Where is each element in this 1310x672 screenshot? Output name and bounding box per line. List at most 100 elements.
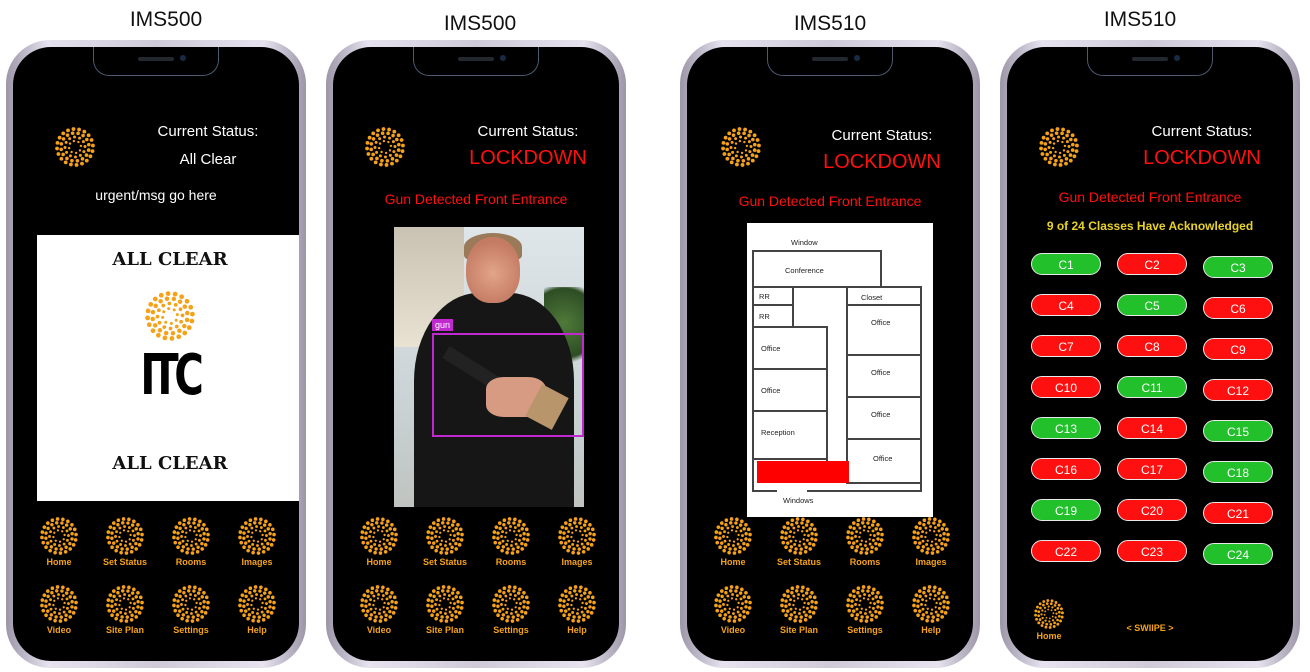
nav-help-button[interactable]: Help [225, 585, 289, 635]
nav-settings-button[interactable]: Settings [833, 585, 897, 635]
nav-label: Images [915, 557, 947, 567]
nav-label: Set Status [422, 557, 467, 567]
nav-label: Site Plan [425, 625, 464, 635]
fp-room-label: Office [871, 368, 890, 377]
nav-images-button[interactable]: Images [225, 517, 289, 567]
sunburst-icon [780, 585, 818, 623]
nav-label: Help [921, 625, 941, 635]
sunburst-icon [106, 585, 144, 623]
fp-room-label: Office [871, 318, 890, 327]
sunburst-icon [912, 517, 950, 555]
nav-rooms-button[interactable]: Rooms [833, 517, 897, 567]
nav-images-button[interactable]: Images [545, 517, 609, 567]
nav-help-button[interactable]: Help [545, 585, 609, 635]
class-button-c24[interactable]: C24 [1203, 543, 1273, 565]
class-button-c8[interactable]: C8 [1117, 335, 1187, 357]
class-button-c4[interactable]: C4 [1031, 294, 1101, 316]
sunburst-logo-icon [365, 127, 405, 167]
class-button-c1[interactable]: C1 [1031, 253, 1101, 275]
nav-video-button[interactable]: Video [347, 585, 411, 635]
nav-rooms-button[interactable]: Rooms [479, 517, 543, 567]
fp-room-label: Office [873, 454, 892, 463]
nav-home-button[interactable]: Home [347, 517, 411, 567]
nav-label: Home [720, 557, 746, 567]
nav-settings-button[interactable]: Settings [159, 585, 223, 635]
phone-ims500-allclear: Current Status: All Clear urgent/msg go … [6, 40, 306, 668]
nav-label: Settings [493, 625, 529, 635]
nav-rooms-button[interactable]: Rooms [159, 517, 223, 567]
fp-room-label: RR [759, 312, 770, 321]
status-value: All Clear [179, 151, 237, 168]
nav-set-status-button[interactable]: Set Status [93, 517, 157, 567]
class-button-c18[interactable]: C18 [1203, 461, 1273, 483]
alert-message: Gun Detected Front Entrance [1058, 189, 1242, 205]
nav-label: Home [46, 557, 72, 567]
sunburst-icon [780, 517, 818, 555]
phone-screen: Current Status: LOCKDOWN Gun Detected Fr… [1007, 47, 1293, 661]
class-button-c10[interactable]: C10 [1031, 376, 1101, 398]
home-nav-button[interactable]: Home [1017, 599, 1081, 641]
nav-label: Images [561, 557, 593, 567]
nav-label: Video [720, 625, 746, 635]
nav-label: Rooms [175, 557, 207, 567]
class-button-c15[interactable]: C15 [1203, 420, 1273, 442]
detection-label: gun [432, 319, 454, 331]
nav-set-status-button[interactable]: Set Status [767, 517, 831, 567]
class-button-c20[interactable]: C20 [1117, 499, 1187, 521]
nav-help-button[interactable]: Help [899, 585, 963, 635]
swipe-hint[interactable]: < SWIIPE > [1007, 623, 1293, 633]
class-button-c2[interactable]: C2 [1117, 253, 1187, 275]
sunburst-icon [846, 585, 884, 623]
class-button-c7[interactable]: C7 [1031, 335, 1101, 357]
class-button-c5[interactable]: C5 [1117, 294, 1187, 316]
nav-label: Site Plan [779, 625, 818, 635]
fp-room-label: Window [791, 238, 818, 247]
nav-label: Settings [173, 625, 209, 635]
sunburst-icon [360, 517, 398, 555]
nav-site-plan-button[interactable]: Site Plan [93, 585, 157, 635]
floor-plan[interactable]: Window Conference RR Closet RR Office Of… [747, 223, 933, 517]
class-button-c19[interactable]: C19 [1031, 499, 1101, 521]
sunburst-icon [172, 517, 210, 555]
all-clear-top-text: ALL CLEAR [112, 249, 228, 270]
nav-settings-button[interactable]: Settings [479, 585, 543, 635]
class-button-c11[interactable]: C11 [1117, 376, 1187, 398]
class-button-c22[interactable]: C22 [1031, 540, 1101, 562]
nav-home-button[interactable]: Home [701, 517, 765, 567]
nav-label: Rooms [495, 557, 527, 567]
class-button-c14[interactable]: C14 [1117, 417, 1187, 439]
class-button-c16[interactable]: C16 [1031, 458, 1101, 480]
status-label: Current Status: [831, 127, 933, 144]
sunburst-icon [426, 585, 464, 623]
notch [767, 47, 893, 76]
class-button-c23[interactable]: C23 [1117, 540, 1187, 562]
class-button-c6[interactable]: C6 [1203, 297, 1273, 319]
class-button-c13[interactable]: C13 [1031, 417, 1101, 439]
sunburst-icon [492, 517, 530, 555]
nav-label: Rooms [849, 557, 881, 567]
nav-video-button[interactable]: Video [27, 585, 91, 635]
floor-plan-drawing: Window Conference RR Closet RR Office Of… [752, 238, 922, 505]
detection-photo[interactable]: gun [394, 227, 584, 507]
sunburst-icon [360, 585, 398, 623]
class-button-c21[interactable]: C21 [1203, 502, 1273, 524]
urgent-message: urgent/msg go here [95, 187, 217, 203]
acknowledged-count: 9 of 24 Classes Have Acknowledged [1046, 219, 1254, 233]
fp-room-label: Closet [861, 293, 883, 302]
nav-video-button[interactable]: Video [701, 585, 765, 635]
nav-images-button[interactable]: Images [899, 517, 963, 567]
fp-room-label: Office [761, 386, 780, 395]
sunburst-icon [714, 585, 752, 623]
class-button-c9[interactable]: C9 [1203, 338, 1273, 360]
class-button-c12[interactable]: C12 [1203, 379, 1273, 401]
class-button-c17[interactable]: C17 [1117, 458, 1187, 480]
sunburst-icon [558, 517, 596, 555]
class-button-c3[interactable]: C3 [1203, 256, 1273, 278]
phone-screen: Current Status: All Clear urgent/msg go … [13, 47, 299, 661]
fp-room-label: RR [759, 292, 770, 301]
nav-set-status-button[interactable]: Set Status [413, 517, 477, 567]
nav-site-plan-button[interactable]: Site Plan [413, 585, 477, 635]
model-label-2: IMS500 [443, 12, 517, 35]
nav-home-button[interactable]: Home [27, 517, 91, 567]
nav-site-plan-button[interactable]: Site Plan [767, 585, 831, 635]
